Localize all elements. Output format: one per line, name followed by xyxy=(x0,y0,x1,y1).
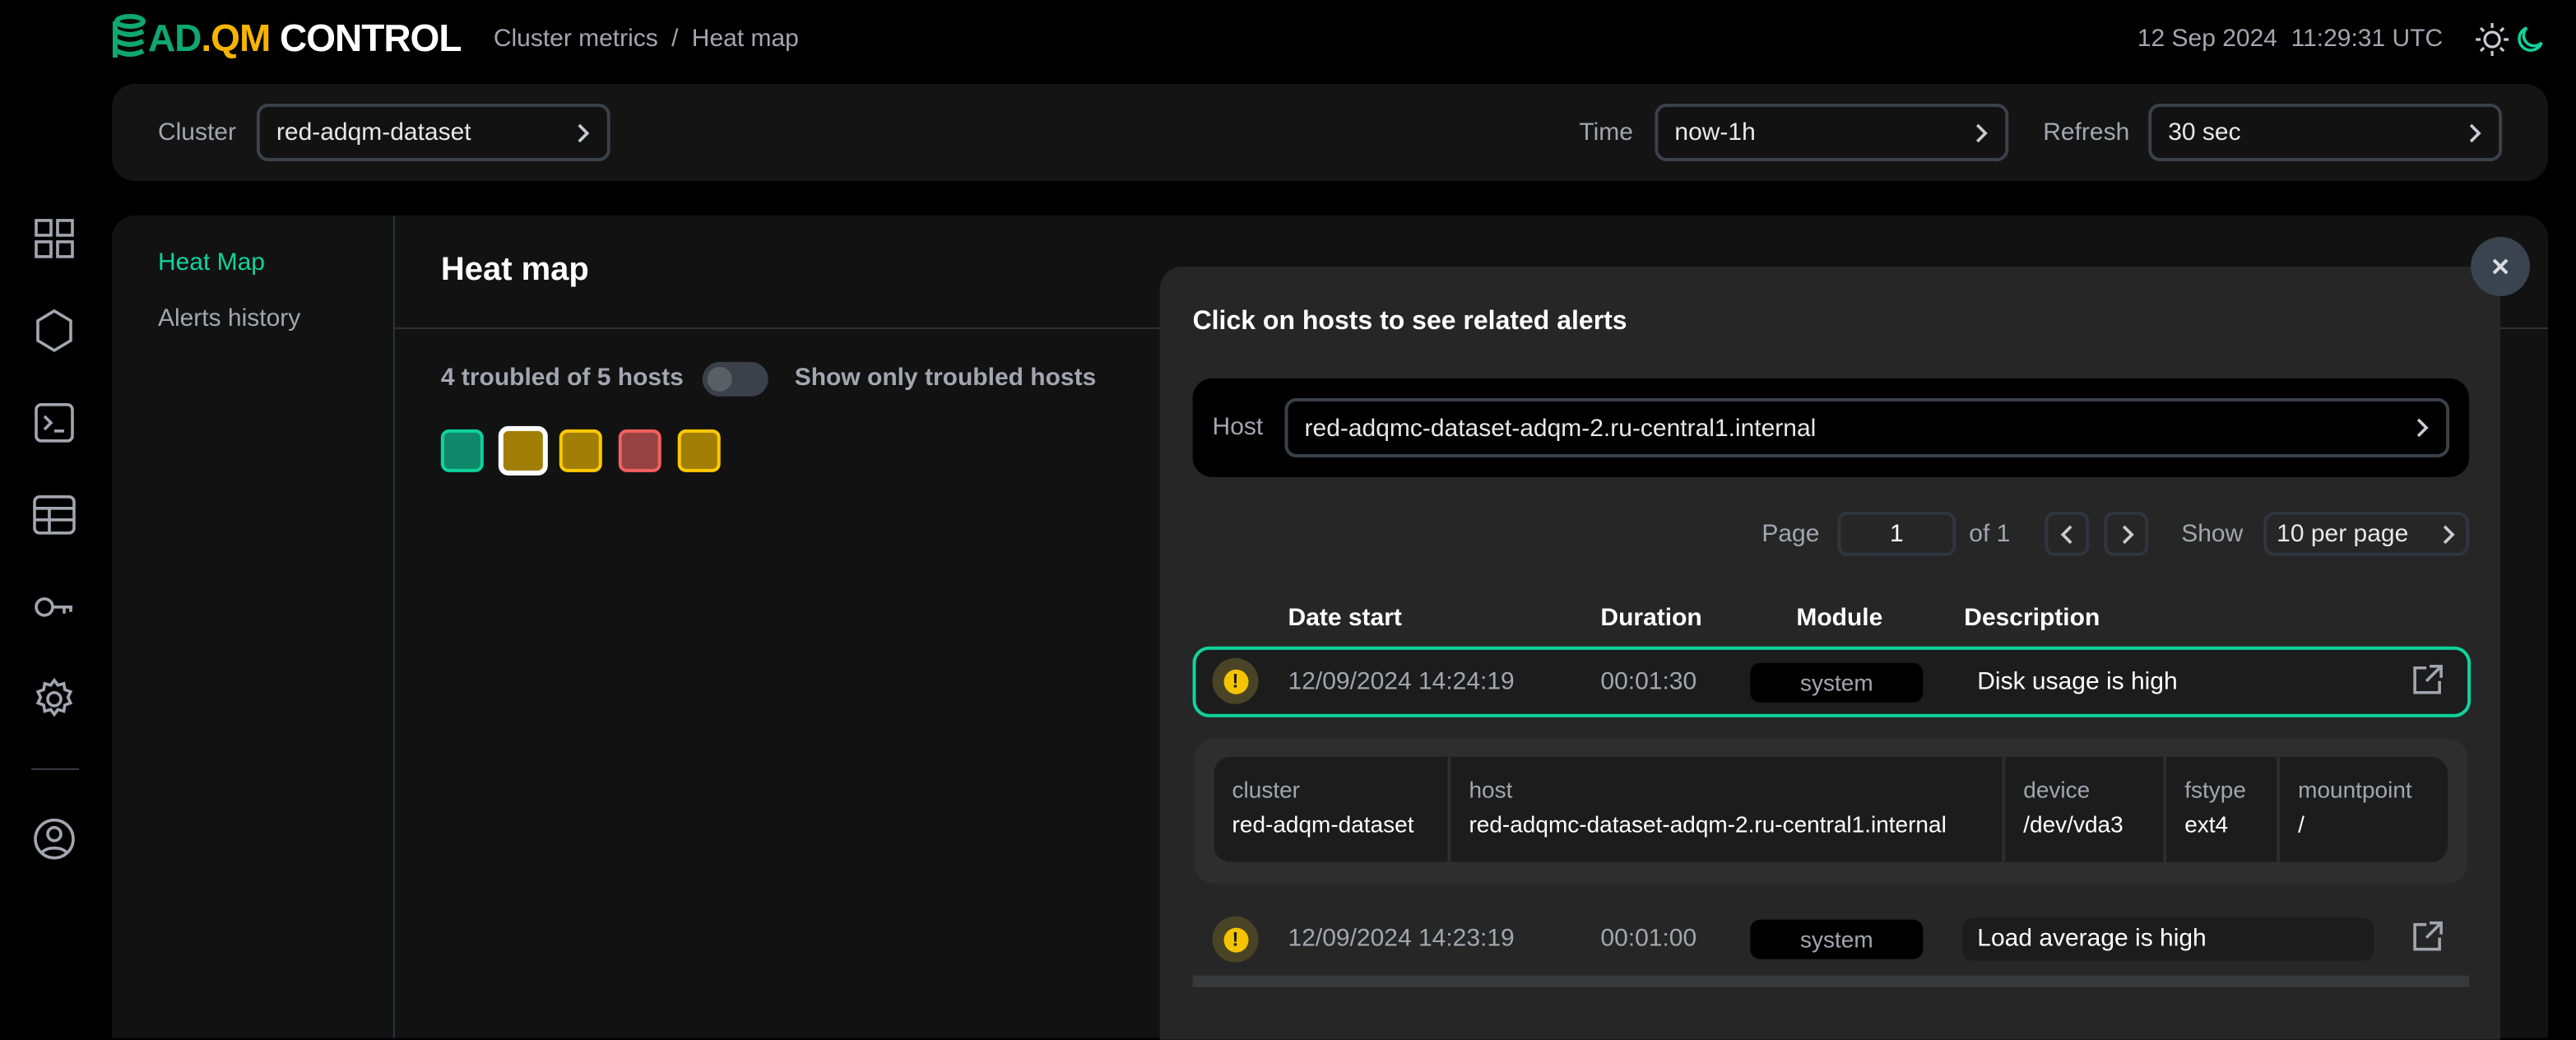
alert-description: Load average is high xyxy=(1977,925,2206,953)
page-title: Heat map xyxy=(441,252,589,290)
logo-text-ad: AD xyxy=(148,16,201,58)
cluster-label: Cluster xyxy=(158,118,236,146)
alert-module-badge: system xyxy=(1750,663,1923,703)
alert-description: Disk usage is high xyxy=(1977,668,2177,696)
detail-label: mountpoint xyxy=(2298,777,2448,803)
detail-value: red-adqm-dataset xyxy=(1232,811,1448,838)
external-link-icon[interactable] xyxy=(2411,920,2444,953)
time-value: now-1h xyxy=(1674,118,1755,146)
rail-divider xyxy=(31,768,79,770)
cluster-select[interactable]: red-adqm-dataset xyxy=(257,104,610,161)
page-label: Page xyxy=(1761,520,1819,548)
warning-icon: ! xyxy=(1213,917,1259,963)
detail-fstype: fstype ext4 xyxy=(2166,757,2280,862)
chevron-right-icon xyxy=(574,121,591,144)
current-datetime: 12 Sep 2024 11:29:31 UTC xyxy=(2137,25,2443,53)
per-page-select[interactable]: 10 per page xyxy=(2263,512,2469,556)
gear-icon[interactable] xyxy=(33,678,76,721)
per-page-value: 10 per page xyxy=(2277,520,2408,548)
cluster-value: red-adqm-dataset xyxy=(276,118,471,146)
chevron-right-icon xyxy=(2439,522,2456,546)
sun-icon[interactable] xyxy=(2476,23,2509,56)
sidenav-divider xyxy=(393,216,395,1038)
detail-value: ext4 xyxy=(2184,811,2277,838)
breadcrumb-cluster-metrics[interactable]: Cluster metrics xyxy=(494,25,658,53)
alert-module-badge: system xyxy=(1750,920,1923,959)
close-button[interactable] xyxy=(2471,237,2530,296)
column-header-duration: Duration xyxy=(1600,604,1701,632)
database-logo-icon xyxy=(110,13,146,63)
refresh-select[interactable]: 30 sec xyxy=(2148,104,2502,161)
column-header-description: Description xyxy=(1964,604,2100,632)
host-tile-warning[interactable] xyxy=(559,429,602,472)
host-value: red-adqmc-dataset-adqm-2.ru-central1.int… xyxy=(1305,414,1817,442)
time-label: Time xyxy=(1579,118,1633,146)
terminal-icon[interactable] xyxy=(33,402,76,444)
host-tile-critical[interactable] xyxy=(619,429,661,472)
detail-value: /dev/vda3 xyxy=(2023,811,2163,838)
chevron-right-icon xyxy=(2466,121,2482,144)
troubled-only-toggle[interactable] xyxy=(703,362,768,397)
dashboard-icon[interactable] xyxy=(33,217,76,260)
detail-label: device xyxy=(2023,777,2163,803)
refresh-value: 30 sec xyxy=(2168,118,2240,146)
detail-label: fstype xyxy=(2184,777,2277,803)
key-icon[interactable] xyxy=(33,586,76,629)
detail-value: red-adqmc-dataset-adqm-2.ru-central1.int… xyxy=(1469,811,2002,838)
time-select[interactable]: now-1h xyxy=(1655,104,2008,161)
detail-device: device/dev/vda3 xyxy=(2005,757,2166,862)
close-icon xyxy=(2490,257,2510,276)
detail-host: host red-adqmc-dataset-adqm-2.ru-central1… xyxy=(1450,757,2005,862)
breadcrumb-separator: / xyxy=(671,25,678,53)
chevron-right-icon xyxy=(1972,121,1989,144)
user-profile-icon[interactable] xyxy=(33,818,76,861)
detail-value: / xyxy=(2298,811,2448,838)
panel-title: Click on hosts to see related alerts xyxy=(1193,308,1627,337)
external-link-icon[interactable] xyxy=(2411,663,2444,696)
next-page-button[interactable] xyxy=(2104,512,2148,556)
sidenav-item-heat-map[interactable]: Heat Map xyxy=(158,248,265,276)
hexagon-icon[interactable] xyxy=(33,309,76,352)
show-label: Show xyxy=(2181,520,2243,548)
host-label: Host xyxy=(1213,413,1264,441)
logo-text-control: CONTROL xyxy=(270,16,461,58)
host-select[interactable]: red-adqmc-dataset-adqm-2.ru-central1.int… xyxy=(1285,398,2450,457)
logo[interactable]: AD.QM CONTROL xyxy=(110,13,461,63)
alert-duration: 00:01:00 xyxy=(1600,925,1696,953)
warning-icon: ! xyxy=(1213,658,1259,704)
page-input-value: 1 xyxy=(1890,520,1904,548)
page-input[interactable]: 1 xyxy=(1837,512,1956,556)
column-header-date-start: Date start xyxy=(1288,604,1402,632)
host-tile-warning-selected[interactable] xyxy=(499,426,548,476)
toggle-knob xyxy=(708,367,732,392)
sidenav-item-alerts-history[interactable]: Alerts history xyxy=(158,304,300,332)
alert-duration: 00:01:30 xyxy=(1600,668,1696,696)
refresh-label: Refresh xyxy=(2043,118,2129,146)
host-tile-warning[interactable] xyxy=(678,429,721,472)
table-icon[interactable] xyxy=(33,494,76,536)
breadcrumb: Cluster metrics / Heat map xyxy=(494,25,799,53)
chevron-left-icon xyxy=(2058,522,2075,546)
details-table: cluster red-adqm-dataset host red-adqmc-da… xyxy=(1214,757,2448,862)
breadcrumb-heat-map: Heat map xyxy=(692,25,799,53)
logo-text-qm: QM xyxy=(211,16,270,58)
column-header-module: Module xyxy=(1796,604,1882,632)
detail-label: host xyxy=(1469,777,2002,803)
alert-date: 12/09/2024 14:24:19 xyxy=(1288,668,1515,696)
hosts-summary: 4 troubled of 5 hosts xyxy=(441,364,684,392)
page-count: of 1 xyxy=(1969,520,2010,548)
alert-date: 12/09/2024 14:23:19 xyxy=(1288,925,1515,953)
chevron-right-icon xyxy=(2413,416,2430,439)
detail-cluster: cluster red-adqm-dataset xyxy=(1214,757,1451,862)
host-tile-ok[interactable] xyxy=(441,429,484,472)
detail-mountpoint: mountpoint / xyxy=(2280,757,2448,862)
horizontal-scrollbar[interactable] xyxy=(1193,976,2470,987)
logo-dot: . xyxy=(201,16,211,58)
detail-label: cluster xyxy=(1232,777,1448,803)
troubled-only-label: Show only troubled hosts xyxy=(795,364,1097,392)
alert-details: cluster red-adqm-dataset host red-adqmc-da… xyxy=(1195,739,2468,884)
moon-icon[interactable] xyxy=(2517,25,2546,54)
chevron-right-icon xyxy=(2118,522,2134,546)
prev-page-button[interactable] xyxy=(2045,512,2089,556)
